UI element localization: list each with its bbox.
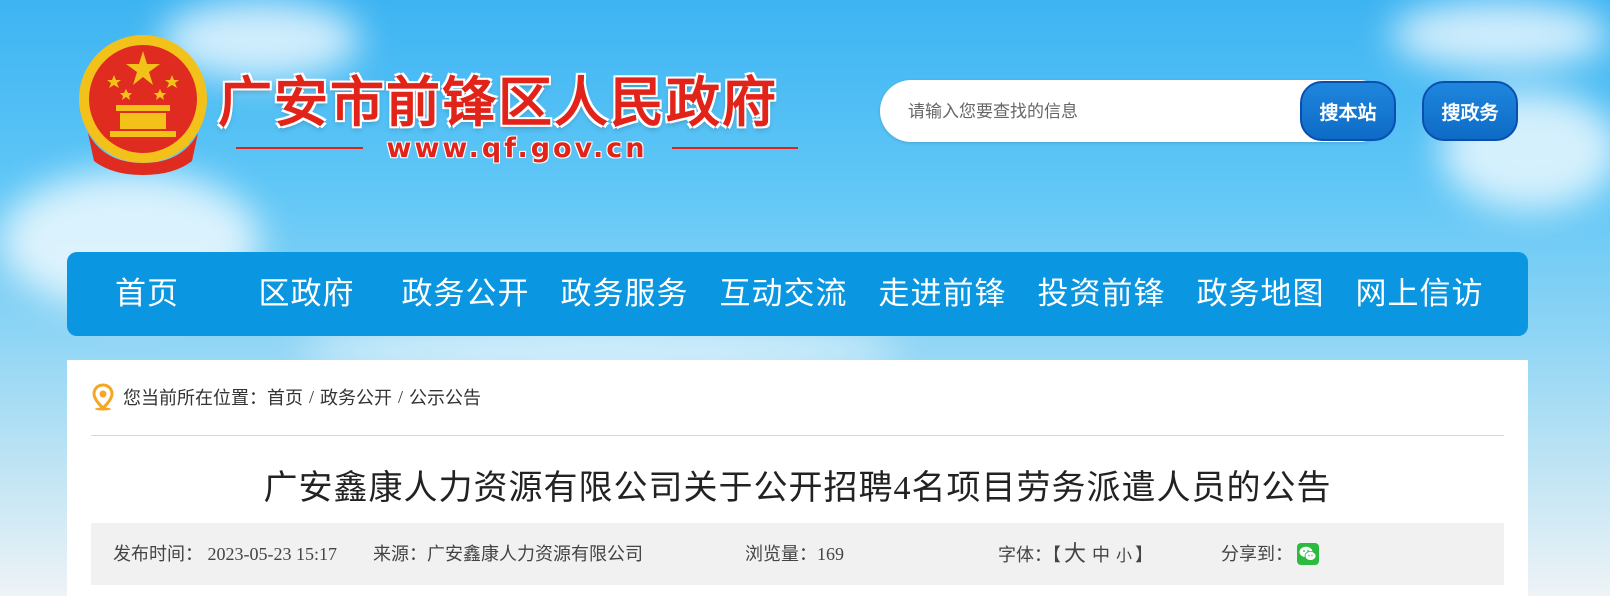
view-count-label: 浏览量：	[745, 544, 817, 564]
cloud-decoration	[1390, 0, 1610, 70]
publish-time: 发布时间： 2023-05-23 15:17	[113, 523, 337, 585]
share-section: 分享到：	[1221, 523, 1319, 585]
search-input[interactable]	[906, 80, 1290, 144]
nav-item-invest-qianfeng[interactable]: 投资前锋	[1022, 252, 1181, 336]
font-size-selector: 字体：【大中小】	[998, 523, 1153, 588]
font-small-button[interactable]: 小	[1113, 548, 1135, 565]
font-size-label: 字体：	[998, 545, 1052, 565]
breadcrumb-government-affairs-open[interactable]: 政务公开	[320, 384, 392, 410]
location-pin-icon	[92, 383, 114, 411]
breadcrumb: 您当前所在位置： 首页 / 政务公开 / 公示公告	[91, 382, 481, 412]
breadcrumb-prefix: 您当前所在位置：	[123, 388, 267, 408]
source-label: 来源：	[373, 544, 427, 564]
article-source: 来源：广安鑫康人力资源有限公司	[373, 523, 645, 585]
nav-item-interaction[interactable]: 互动交流	[704, 252, 863, 336]
font-bracket-close: 】	[1135, 545, 1154, 565]
nav-item-district-government[interactable]: 区政府	[227, 252, 386, 336]
url-divider-left	[236, 147, 363, 149]
search-gov-button[interactable]: 搜政务	[1422, 81, 1518, 141]
main-nav: 首页 区政府 政务公开 政务服务 互动交流 走进前锋 投资前锋 政务地图 网上信…	[67, 252, 1528, 336]
site-url: www.qf.gov.cn	[236, 130, 799, 166]
content-panel: 您当前所在位置： 首页 / 政务公开 / 公示公告 广安鑫康人力资源有限公司关于…	[67, 360, 1528, 596]
url-divider-right	[671, 147, 799, 149]
font-medium-button[interactable]: 中	[1089, 545, 1113, 565]
share-label: 分享到：	[1221, 544, 1293, 564]
national-emblem-icon	[79, 35, 207, 175]
breadcrumb-home[interactable]: 首页	[267, 384, 303, 410]
nav-item-government-map[interactable]: 政务地图	[1181, 252, 1340, 336]
publish-time-label: 发布时间：	[113, 544, 203, 564]
article-meta-bar: 发布时间： 2023-05-23 15:17 来源：广安鑫康人力资源有限公司 浏…	[91, 523, 1504, 585]
nav-item-government-affairs-open[interactable]: 政务公开	[386, 252, 545, 336]
article-title: 广安鑫康人力资源有限公司关于公开招聘4名项目劳务派遣人员的公告	[263, 470, 1332, 507]
nav-item-about-qianfeng[interactable]: 走进前锋	[863, 252, 1022, 336]
site-title: 广安市前锋区人民政府	[218, 71, 778, 134]
wechat-icon[interactable]	[1297, 543, 1319, 565]
font-large-button[interactable]: 大	[1061, 541, 1089, 566]
site-url-text: www.qf.gov.cn	[386, 132, 648, 164]
source-value: 广安鑫康人力资源有限公司	[427, 544, 643, 564]
search-site-button[interactable]: 搜本站	[1300, 81, 1396, 141]
breadcrumb-announcements[interactable]: 公示公告	[409, 384, 481, 410]
nav-item-home[interactable]: 首页	[67, 252, 227, 336]
breadcrumb-divider	[91, 435, 1504, 436]
nav-item-government-services[interactable]: 政务服务	[545, 252, 704, 336]
view-count-value: 169	[817, 544, 844, 564]
view-count: 浏览量：169	[745, 523, 844, 585]
breadcrumb-separator: /	[309, 386, 315, 407]
publish-time-value: 2023-05-23 15:17	[207, 544, 338, 564]
nav-item-online-petition[interactable]: 网上信访	[1340, 252, 1499, 336]
breadcrumb-separator: /	[398, 386, 404, 407]
font-bracket-open: 【	[1052, 545, 1061, 565]
